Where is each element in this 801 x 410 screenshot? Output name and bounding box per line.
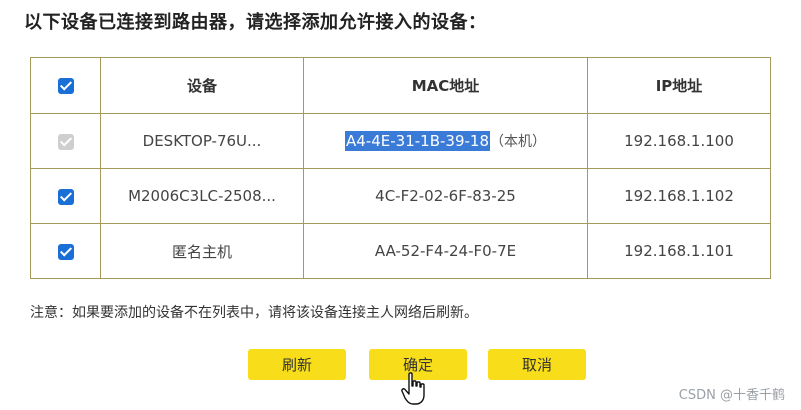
device-name: 匿名主机 xyxy=(100,223,304,279)
row-checkbox-icon[interactable] xyxy=(57,188,74,205)
table-row: DESKTOP-76U... A4-4E-31-1B-39-18（本机） 192… xyxy=(30,113,771,169)
page-heading: 以下设备已连接到路由器，请选择添加允许接入的设备： xyxy=(24,12,487,33)
mac-address: 4C-F2-02-6F-83-25 xyxy=(303,168,588,224)
mac-note: （本机） xyxy=(489,134,546,150)
column-header-ip: IP地址 xyxy=(587,57,771,114)
row-checkbox-icon-disabled xyxy=(57,133,74,150)
notice-text: 注意：如果要添加的设备不在列表中，请将该设备连接主人网络后刷新。 xyxy=(30,305,478,321)
ip-address: 192.168.1.102 xyxy=(587,168,771,224)
table-row: M2006C3LC-2508... 4C-F2-02-6F-83-25 192.… xyxy=(30,168,771,224)
device-table: 设备 MAC地址 IP地址 DESKTOP-76U... A4-4E-31-1B… xyxy=(30,57,771,279)
mac-cell: A4-4E-31-1B-39-18（本机） xyxy=(303,113,588,169)
refresh-button[interactable]: 刷新 xyxy=(248,349,346,380)
ip-address: 192.168.1.101 xyxy=(587,223,771,279)
ip-address: 192.168.1.100 xyxy=(587,113,771,169)
mac-address: AA-52-F4-24-F0-7E xyxy=(303,223,588,279)
cancel-button[interactable]: 取消 xyxy=(488,349,586,380)
row-checkbox-cell[interactable] xyxy=(30,168,101,224)
column-header-mac: MAC地址 xyxy=(303,57,588,114)
select-all-checkbox-icon[interactable] xyxy=(57,78,74,94)
column-header-device: 设备 xyxy=(100,57,304,114)
mac-address-selected[interactable]: A4-4E-31-1B-39-18 xyxy=(345,131,490,151)
watermark: CSDN @十香千鹤 xyxy=(678,388,785,403)
hand-pointer-icon xyxy=(401,372,425,405)
row-checkbox-cell[interactable] xyxy=(30,223,101,279)
device-name: M2006C3LC-2508... xyxy=(100,168,304,224)
table-header-row: 设备 MAC地址 IP地址 xyxy=(30,57,771,114)
select-all-cell[interactable] xyxy=(30,57,101,114)
row-checkbox-icon[interactable] xyxy=(57,243,74,260)
row-checkbox-cell xyxy=(30,113,101,169)
table-row: 匿名主机 AA-52-F4-24-F0-7E 192.168.1.101 xyxy=(30,223,771,279)
device-name: DESKTOP-76U... xyxy=(100,113,304,169)
